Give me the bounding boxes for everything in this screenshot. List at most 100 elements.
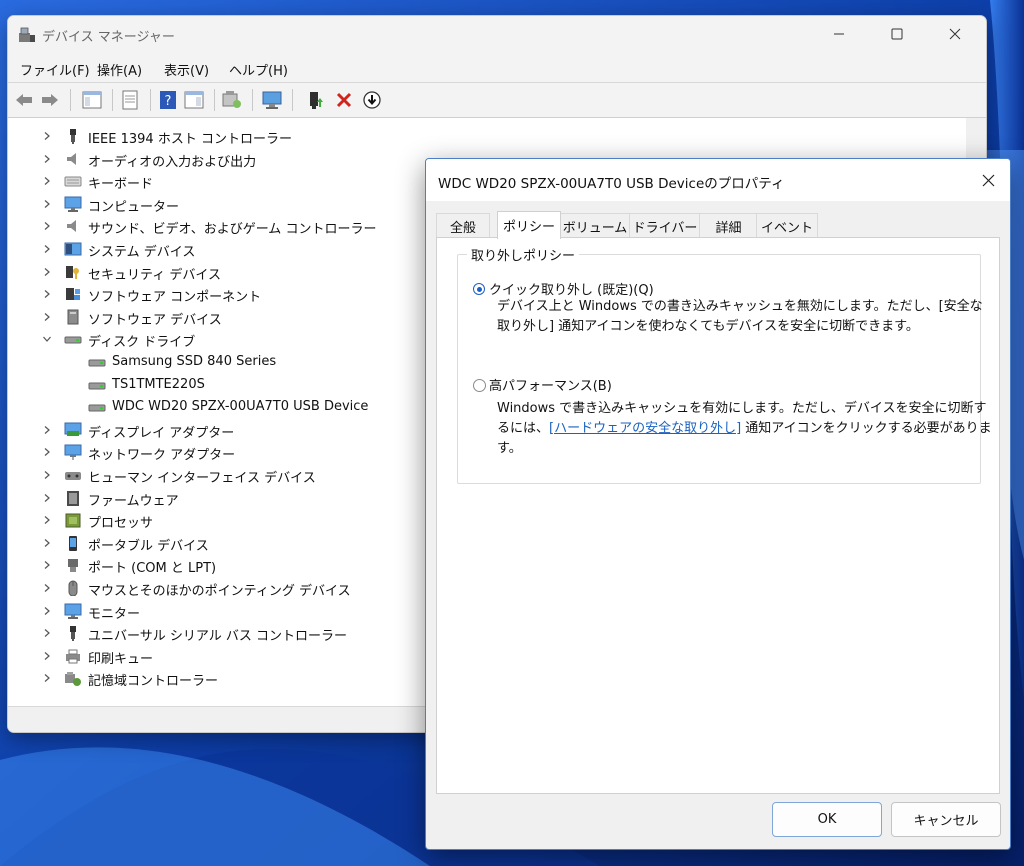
chevron-right-icon[interactable]: [42, 154, 52, 164]
svg-text:?: ?: [165, 94, 172, 109]
arrow-left-icon: [16, 94, 32, 106]
policy-tab-panel: 取り外しポリシー クイック取り外し (既定)(Q) デバイス上と Windows…: [436, 237, 1000, 794]
description-line: デバイス上と Windows での書き込みキャッシュを無効にします。ただし、[安…: [497, 299, 983, 314]
tree-item-label: TS1TMTE220S: [112, 376, 205, 392]
ok-button[interactable]: OK: [772, 802, 882, 837]
system-device-icon: [64, 242, 82, 256]
scan-hardware-button[interactable]: [220, 88, 244, 112]
chevron-right-icon[interactable]: [42, 560, 52, 570]
monitor-icon: [64, 196, 82, 212]
cancel-button[interactable]: キャンセル: [891, 802, 1001, 837]
tree-item-label: コンピューター: [88, 199, 180, 215]
hid-icon: [65, 472, 81, 480]
monitor-toolbar-button[interactable]: [260, 88, 284, 112]
tab-details[interactable]: 詳細: [699, 213, 758, 238]
chevron-right-icon[interactable]: [42, 606, 52, 616]
show-hide-console-tree-button[interactable]: [80, 88, 104, 112]
tab-general[interactable]: 全般: [436, 213, 490, 238]
chevron-right-icon[interactable]: [42, 176, 52, 186]
better-performance-radio[interactable]: [473, 379, 486, 392]
properties-icon: [122, 90, 138, 110]
menu-action[interactable]: 操作(A): [97, 60, 142, 79]
tree-item-label: WDC WD20 SPZX-00UA7T0 USB Device: [112, 399, 369, 415]
tree-item-label: マウスとそのほかのポインティング デバイス: [88, 584, 351, 599]
chevron-right-icon[interactable]: [42, 199, 52, 209]
tree-item-label: 印刷キュー: [88, 651, 154, 667]
chevron-right-icon[interactable]: [42, 470, 52, 480]
menu-help[interactable]: ヘルプ(H): [229, 60, 288, 79]
display-adapter-icon: [64, 422, 82, 436]
tree-category-item[interactable]: IEEE 1394 ホスト コントローラー: [8, 125, 948, 147]
chevron-right-icon[interactable]: [42, 289, 52, 299]
chevron-right-icon[interactable]: [42, 447, 52, 457]
properties-button[interactable]: [118, 88, 142, 112]
processor-icon: [65, 513, 81, 528]
menu-file[interactable]: ファイル(F): [20, 60, 90, 79]
better-performance-label[interactable]: 高パフォーマンス(B): [489, 375, 612, 394]
chevron-right-icon[interactable]: [42, 131, 52, 141]
portable-device-icon: [69, 535, 77, 551]
chevron-right-icon[interactable]: [42, 493, 52, 503]
chevron-right-icon[interactable]: [42, 244, 52, 254]
action-pane-button[interactable]: [182, 88, 206, 112]
chevron-right-icon[interactable]: [42, 425, 52, 435]
chevron-right-icon[interactable]: [42, 312, 52, 322]
chevron-right-icon[interactable]: [42, 583, 52, 593]
tree-item-label: セキュリティ デバイス: [88, 267, 221, 283]
chevron-right-icon[interactable]: [42, 628, 52, 638]
update-driver-button[interactable]: [304, 88, 328, 112]
chevron-right-icon[interactable]: [42, 267, 52, 277]
monitor-icon: [262, 91, 282, 109]
disable-device-button[interactable]: [360, 88, 384, 112]
menu-view[interactable]: 表示(V): [164, 60, 209, 79]
tab-driver[interactable]: ドライバー: [629, 213, 701, 238]
tree-item-label: キーボード: [88, 177, 154, 193]
arrow-right-icon: [42, 94, 58, 106]
printer-icon: [66, 649, 80, 664]
forward-button[interactable]: [38, 88, 62, 112]
tab-volume[interactable]: ボリューム: [559, 213, 631, 238]
tree-item-label: オーディオの入力および出力: [88, 154, 257, 170]
toolbar-separator: [252, 89, 253, 111]
description-text: 通知アイコンをクリックする必要がありま: [741, 421, 992, 436]
chevron-right-icon[interactable]: [42, 538, 52, 548]
tree-item-label: サウンド、ビデオ、およびゲーム コントローラー: [88, 222, 377, 238]
chevron-right-icon[interactable]: [42, 515, 52, 525]
tree-item-label: モニター: [88, 606, 141, 622]
quick-removal-radio[interactable]: [473, 283, 485, 295]
tree-item-label: ディスプレイ アダプター: [88, 425, 235, 441]
chevron-down-icon[interactable]: [42, 334, 52, 344]
tree-item-label: Samsung SSD 840 Series: [112, 354, 277, 369]
close-icon: [982, 174, 994, 186]
close-button[interactable]: [932, 16, 978, 52]
back-button[interactable]: [12, 88, 36, 112]
menu-bar: ファイル(F) 操作(A) 表示(V) ヘルプ(H): [8, 54, 986, 83]
maximize-button[interactable]: [874, 16, 920, 52]
software-device-icon: [67, 309, 79, 325]
toolbar-separator: [214, 89, 215, 111]
safely-remove-hardware-link[interactable]: [ハードウェアの安全な取り外し]: [549, 421, 741, 436]
storage-controller-icon: [65, 672, 81, 687]
group-title: 取り外しポリシー: [467, 245, 580, 264]
tab-policy[interactable]: ポリシー: [497, 211, 561, 239]
toolbar-separator: [292, 89, 293, 111]
dialog-title-bar[interactable]: WDC WD20 SPZX-00UA7T0 USB Deviceのプロパティ: [426, 159, 1010, 201]
quick-removal-description: デバイス上と Windows での書き込みキャッシュを無効にします。ただし、[安…: [497, 297, 983, 337]
chevron-right-icon[interactable]: [42, 221, 52, 231]
down-arrow-circle-icon: [363, 91, 381, 109]
title-bar[interactable]: デバイス マネージャー: [8, 16, 986, 54]
maximize-icon: [891, 28, 903, 40]
tree-item-label: ポート (COM と LPT): [88, 561, 217, 577]
toolbar-separator: [150, 89, 151, 111]
device-manager-icon: [19, 27, 35, 42]
quick-removal-label[interactable]: クイック取り外し (既定)(Q): [489, 279, 654, 298]
disk-drive-icon: [88, 359, 106, 367]
minimize-button[interactable]: [816, 16, 862, 52]
dialog-close-button[interactable]: [974, 167, 1002, 193]
uninstall-device-button[interactable]: [332, 88, 356, 112]
tree-item-label: ディスク ドライブ: [88, 335, 196, 351]
help-button[interactable]: ?: [156, 88, 180, 112]
tab-events[interactable]: イベント: [756, 213, 818, 238]
chevron-right-icon[interactable]: [42, 651, 52, 661]
chevron-right-icon[interactable]: [42, 673, 52, 683]
